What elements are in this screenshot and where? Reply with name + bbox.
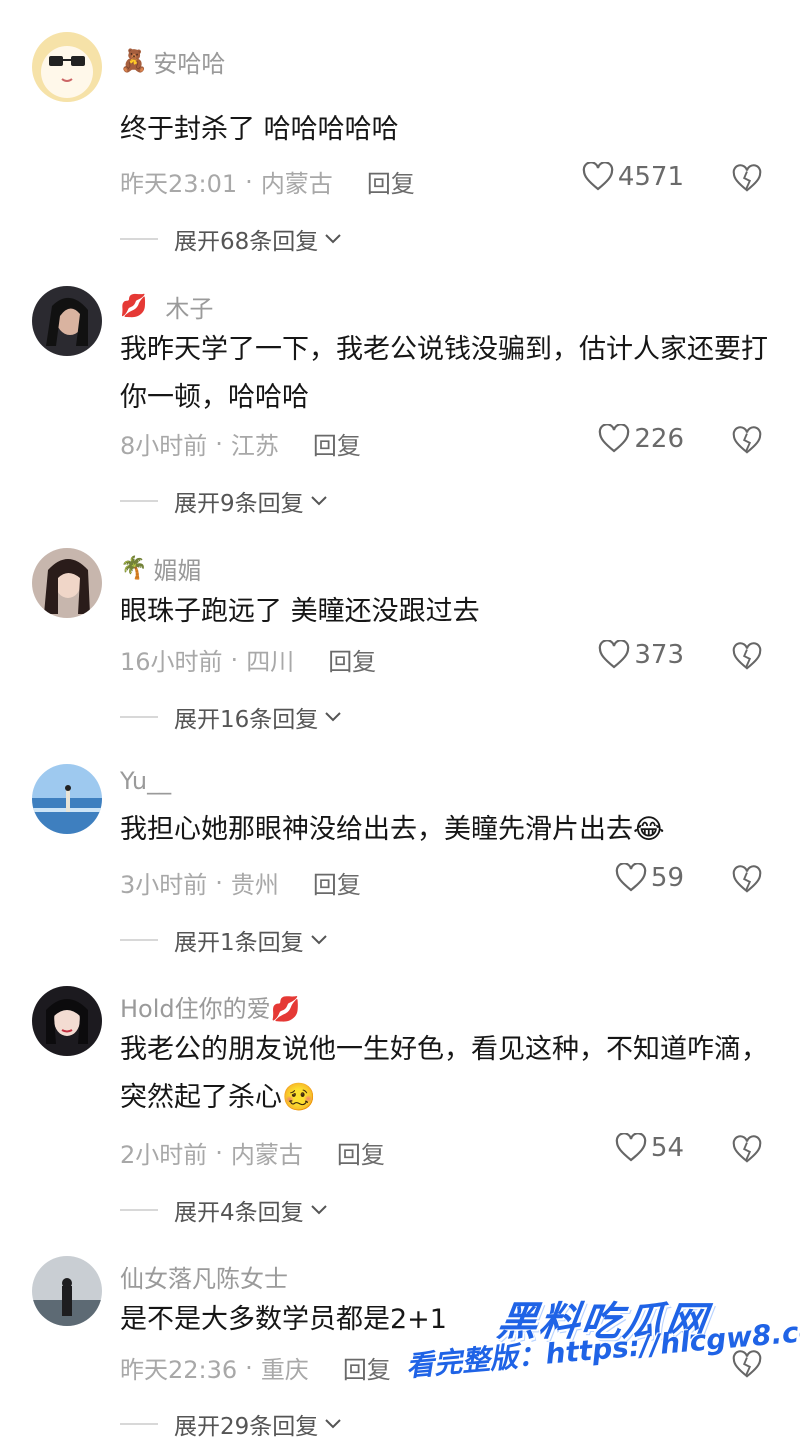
like-button[interactable]: 4571 (582, 162, 684, 192)
like-count: 4571 (617, 162, 684, 192)
comment-location: 贵州 (230, 871, 279, 899)
expand-replies[interactable]: 展开1条回复 (120, 923, 328, 957)
comment-time: 8小时前 (120, 432, 208, 460)
like-button[interactable]: 59 (615, 863, 684, 893)
expand-replies[interactable]: 展开9条回复 (120, 484, 328, 518)
chevron-down-icon (310, 496, 327, 506)
comment-time: 3小时前 (120, 871, 208, 899)
dislike-icon[interactable] (732, 164, 762, 194)
dislike-icon[interactable] (732, 426, 762, 456)
dislike-icon[interactable] (732, 1135, 762, 1165)
reply-button[interactable]: 回复 (343, 1350, 391, 1385)
user-emoji: 💋 (120, 293, 148, 319)
heart-icon (582, 162, 614, 191)
comment-time: 昨天22:36 (120, 1356, 238, 1384)
comment-text: 我担心她那眼神没给出去，美瞳先滑片出去😂 (120, 814, 665, 845)
comment-time: 16小时前 (120, 648, 223, 676)
like-count: 54 (650, 1133, 684, 1163)
username[interactable]: 仙女落凡陈女士 (120, 1259, 288, 1294)
avatar[interactable] (32, 548, 102, 618)
comment-location: 四川 (246, 648, 295, 676)
heart-icon (599, 640, 630, 669)
like-count: 373 (634, 640, 684, 670)
separator-dot: · (245, 167, 253, 196)
like-button[interactable]: 54 (615, 1133, 684, 1163)
chevron-down-icon (310, 935, 327, 945)
divider (120, 939, 158, 941)
username[interactable]: 💋 木子 (120, 289, 213, 324)
comment-location: 内蒙古 (230, 1141, 303, 1169)
avatar[interactable] (32, 286, 102, 356)
comment-meta: 16小时前 · 四川 回复 (120, 642, 376, 677)
comment-text: 是不是大多数学员都是2+1 (120, 1304, 447, 1335)
separator-dot: · (215, 429, 223, 458)
comment-location: 重庆 (260, 1356, 309, 1384)
divider (120, 716, 158, 718)
reply-button[interactable]: 回复 (328, 642, 376, 677)
divider (120, 500, 158, 502)
expand-replies[interactable]: 展开16条回复 (120, 700, 342, 734)
comment-meta: 昨天22:36 · 重庆 回复 (120, 1350, 391, 1385)
expand-replies[interactable]: 展开68条回复 (120, 222, 342, 256)
comment-meta: 2小时前 · 内蒙古 回复 (120, 1135, 385, 1170)
comment-time: 2小时前 (120, 1141, 208, 1169)
reply-button[interactable]: 回复 (313, 426, 361, 461)
reply-button[interactable]: 回复 (337, 1135, 385, 1170)
like-count: 226 (634, 424, 684, 454)
heart-icon (615, 1133, 647, 1162)
dislike-icon[interactable] (732, 1350, 762, 1380)
divider (120, 1423, 158, 1425)
comment-meta: 3小时前 · 贵州 回复 (120, 865, 361, 900)
expand-replies[interactable]: 展开29条回复 (120, 1407, 342, 1441)
like-button[interactable]: 226 (598, 424, 684, 454)
comment-text: 我昨天学了一下，我老公说钱没骗到，估计人家还要打你一顿，哈哈哈 (120, 334, 768, 413)
reply-button[interactable]: 回复 (313, 865, 361, 900)
avatar[interactable] (32, 764, 102, 834)
chevron-down-icon (325, 712, 341, 722)
like-button[interactable]: 373 (598, 640, 684, 670)
avatar[interactable] (32, 32, 102, 102)
heart-icon (615, 863, 647, 892)
divider (120, 1209, 158, 1211)
username[interactable]: 🧸 安哈哈 (120, 44, 225, 79)
username[interactable]: Yu__ (120, 767, 171, 795)
avatar[interactable] (32, 986, 102, 1056)
avatar[interactable] (32, 1256, 102, 1326)
chevron-down-icon (325, 1419, 341, 1429)
comment-meta: 8小时前 · 江苏 回复 (120, 426, 361, 461)
reply-button[interactable]: 回复 (367, 164, 415, 199)
comment-meta: 昨天23:01 · 内蒙古 回复 (120, 164, 415, 199)
chevron-down-icon (310, 1205, 327, 1215)
dislike-icon[interactable] (732, 865, 762, 895)
user-emoji: 🌴 (120, 555, 148, 581)
username[interactable]: Hold住你的爱💋 (120, 989, 301, 1024)
like-count: 59 (650, 863, 684, 893)
expand-replies[interactable]: 展开4条回复 (120, 1193, 328, 1227)
separator-dot: · (230, 645, 239, 674)
comment-location: 内蒙古 (260, 170, 333, 198)
username[interactable]: 🌴 媚媚 (120, 551, 201, 586)
dislike-icon[interactable] (732, 642, 762, 672)
comment-time: 昨天23:01 (120, 170, 238, 198)
divider (120, 238, 158, 240)
separator-dot: · (215, 868, 223, 897)
comment-text: 眼珠子跑远了 美瞳还没跟过去 (120, 596, 480, 627)
separator-dot: · (215, 1138, 223, 1167)
user-emoji: 🧸 (120, 48, 148, 74)
comment-text: 我老公的朋友说他一生好色，看见这种，不知道咋滴，突然起了杀心🥴 (120, 1034, 768, 1113)
chevron-down-icon (325, 234, 341, 244)
separator-dot: · (245, 1353, 253, 1382)
heart-icon (599, 424, 630, 453)
comment-location: 江苏 (230, 432, 279, 460)
comment-text: 终于封杀了 哈哈哈哈哈 (120, 114, 399, 145)
